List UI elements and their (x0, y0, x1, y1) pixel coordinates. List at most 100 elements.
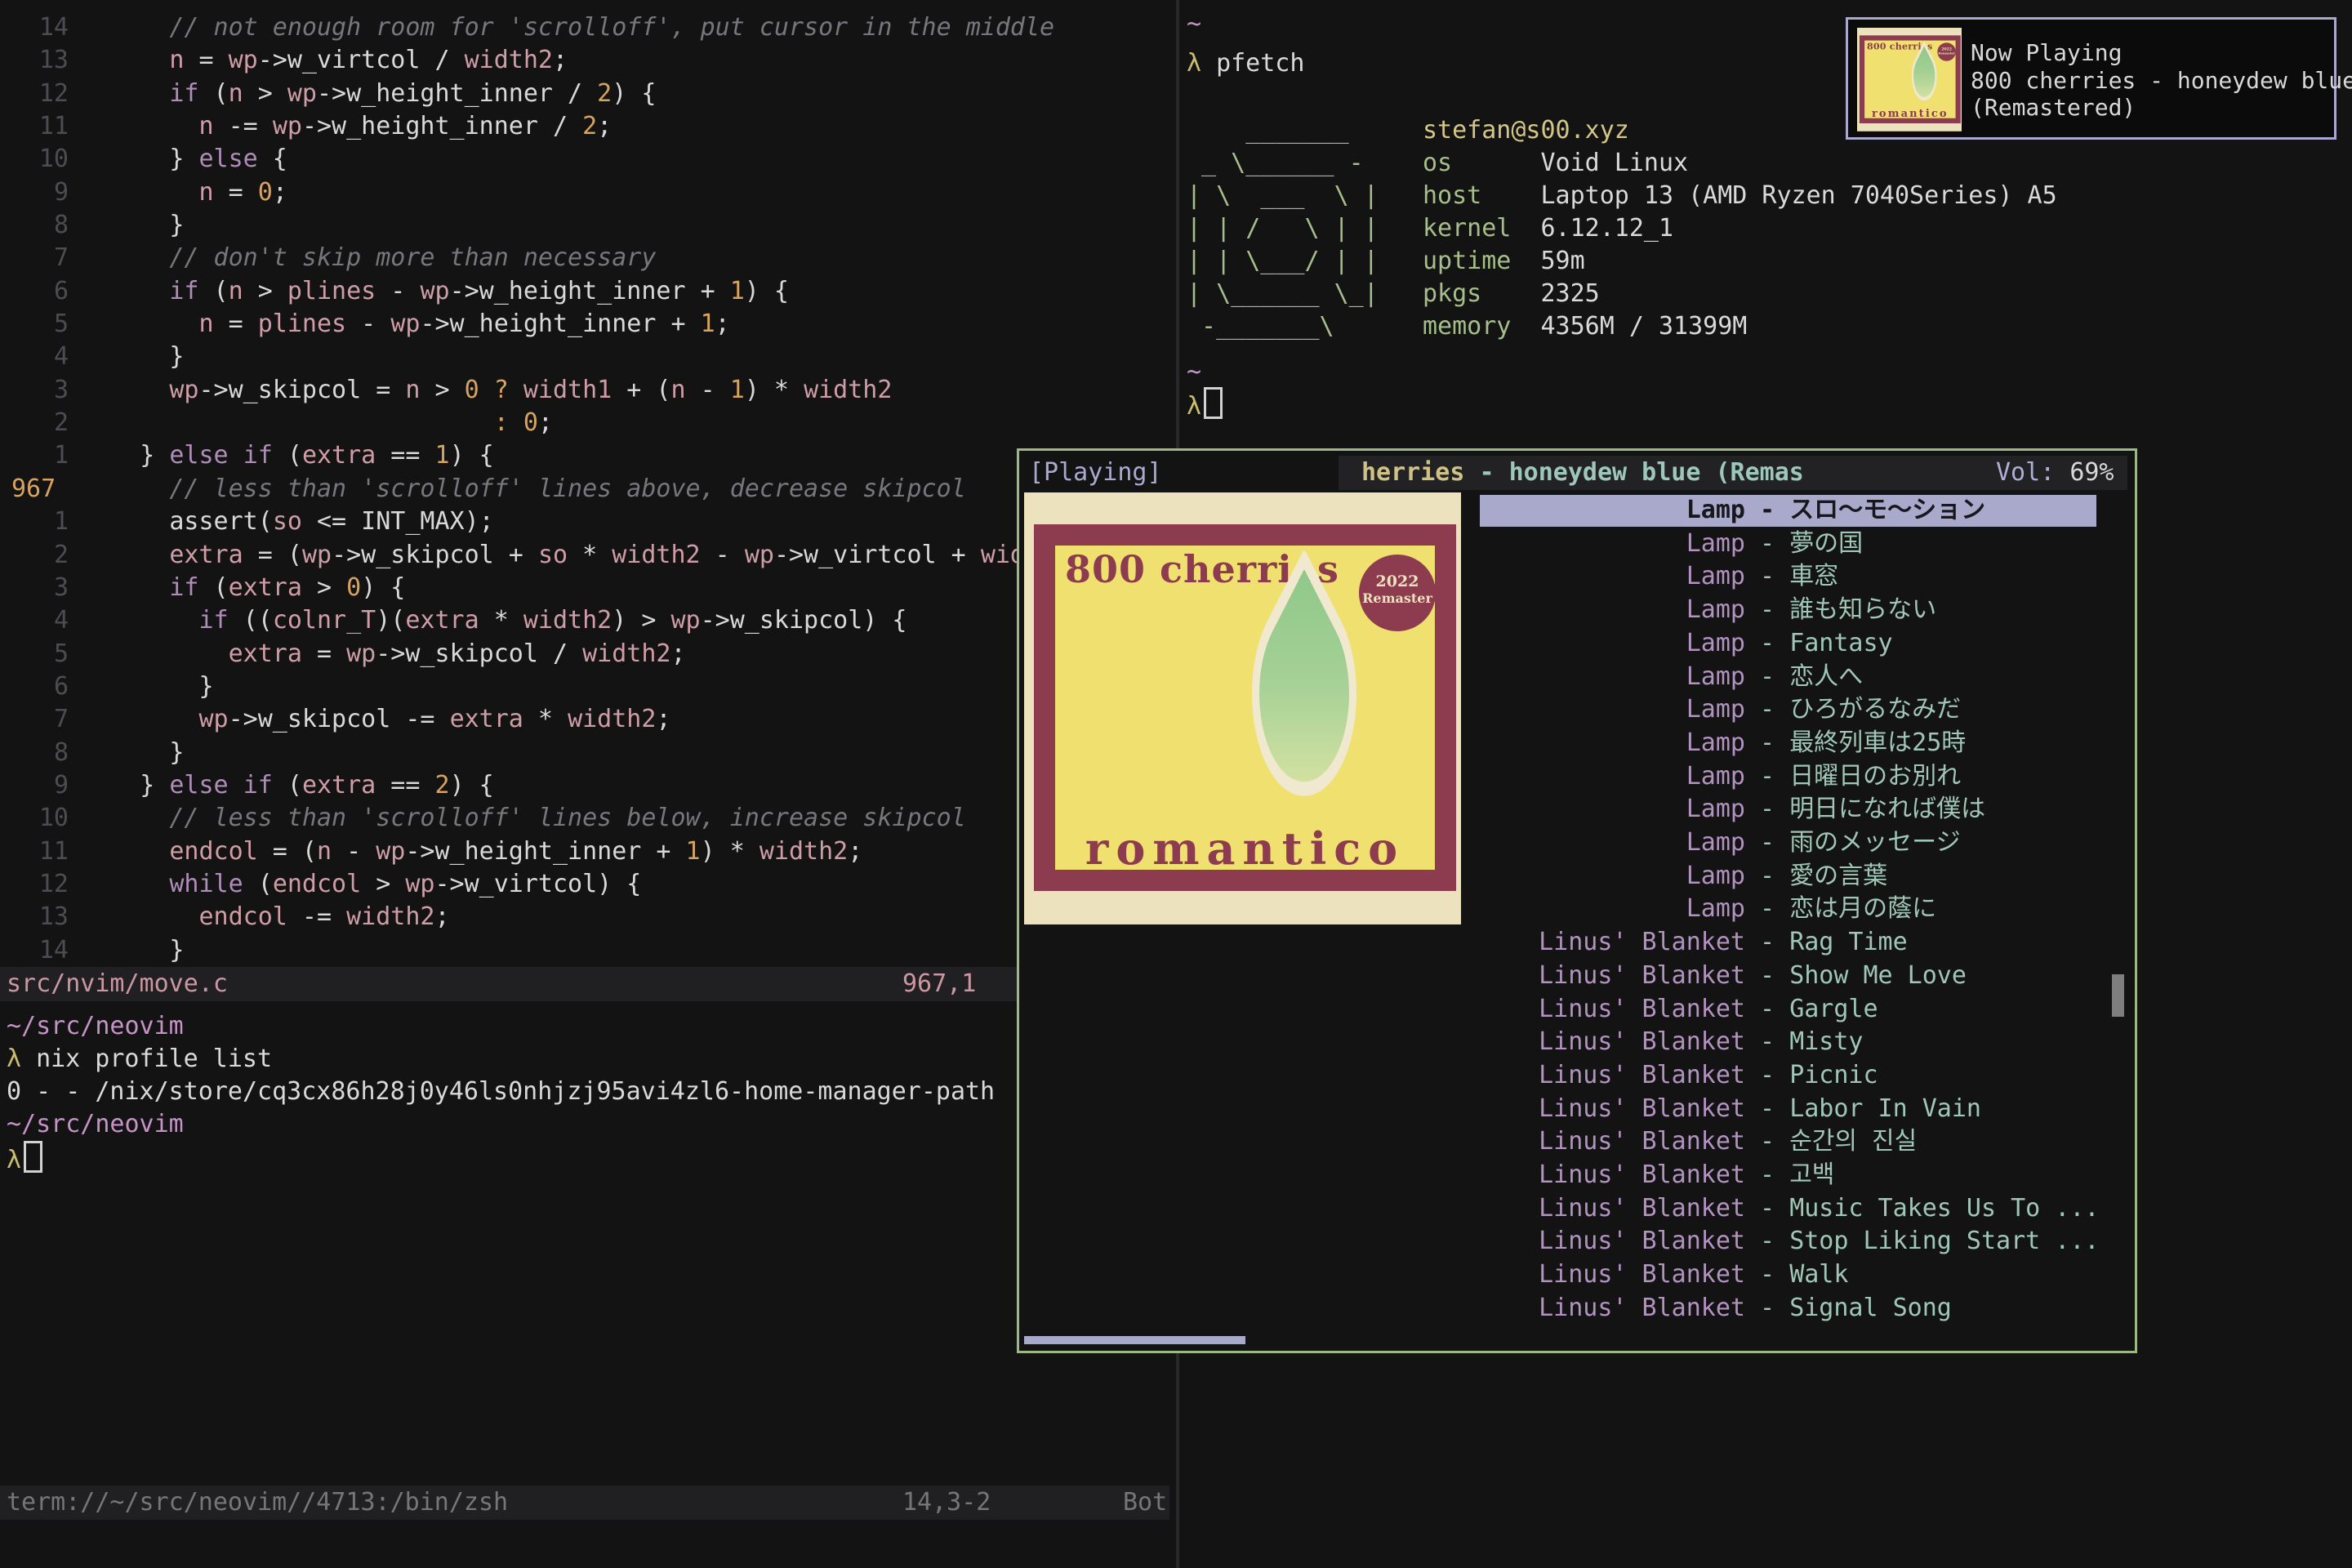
line-number: 12 (0, 78, 69, 110)
code-line: 1 assert(so <= INT_MAX); (0, 506, 1176, 538)
code-line: 1 } else if (extra == 1) { (0, 439, 1176, 472)
queue-item[interactable]: Lamp - 車窓 (1022, 560, 2137, 594)
queue-item[interactable]: Linus' Blanket - Music Takes Us To ... (1022, 1192, 2137, 1226)
line-number: 10 (0, 143, 69, 176)
code-line: 11 n -= wp->w_height_inner / 2; (0, 110, 1176, 143)
line-number: 6 (0, 670, 69, 703)
line-number: 12 (0, 868, 69, 901)
desktop: 14 // not enough room for 'scrolloff', p… (0, 0, 2352, 1568)
line-number: 11 (0, 110, 69, 143)
statusline-term-filename: term://~/src/neovim//4713:/bin/zsh (7, 1486, 508, 1520)
code-buffer: 14 // not enough room for 'scrolloff', p… (0, 11, 1176, 967)
code-line: 6 } (0, 670, 1176, 703)
queue-scrollbar[interactable] (2112, 974, 2124, 1017)
line-number: 14 (0, 11, 69, 44)
code-line: 3 wp->w_skipcol = n > 0 ? width1 + (n - … (0, 374, 1176, 407)
code-line: 12 if (n > wp->w_height_inner / 2) { (0, 78, 1176, 110)
notification-body-line1: 800 cherries - honeydew blue (1971, 67, 2352, 94)
code-line: 2 extra = (wp->w_skipcol + so * width2 -… (0, 539, 1176, 572)
shell-command: pfetch (1216, 49, 1304, 78)
terminal-statusline: term://~/src/neovim//4713:/bin/zsh 14,3-… (0, 1486, 1169, 1520)
line-number: 967 (0, 473, 69, 506)
terminal-line: 0 - - /nix/store/cq3cx86h28j0y46ls0nhjzj… (7, 1076, 995, 1108)
code-line: 8 } (0, 209, 1176, 242)
line-number: 9 (0, 769, 69, 802)
queue-item[interactable]: Linus' Blanket - 순간의 진실 (1022, 1125, 2137, 1159)
notification-album-thumbnail: 800 cherries 2022 Remaster romantico (1857, 28, 1962, 131)
code-line: 13 n = wp->w_virtcol / width2; (0, 44, 1176, 77)
neovim-pane[interactable]: 14 // not enough room for 'scrolloff', p… (0, 0, 1176, 1568)
line-number: 10 (0, 802, 69, 835)
volume-indicator: Vol: 69% (1996, 456, 2114, 490)
editor-statusline: src/nvim/move.c 967,1 (0, 967, 1169, 1001)
code-line: 9 } else if (extra == 2) { (0, 769, 1176, 802)
queue-item[interactable]: Lamp - 夢の国 (1022, 528, 2137, 561)
line-number: 1 (0, 506, 69, 538)
queue-item[interactable]: Linus' Blanket - Rag Time (1022, 926, 2137, 960)
code-line: 5 extra = wp->w_skipcol / width2; (0, 638, 1176, 670)
line-number: 3 (0, 374, 69, 407)
notification-body-line2: (Remastered) (1971, 94, 2136, 121)
queue-item[interactable]: Lamp - スロ〜モ〜ション (1022, 494, 2137, 528)
terminal-line: λ (7, 1141, 42, 1174)
queue-item[interactable]: Lamp - 雨のメッセージ (1022, 826, 2137, 860)
queue-item[interactable]: Lamp - ひろがるなみだ (1022, 693, 2137, 727)
code-line: 7 // don't skip more than necessary (0, 242, 1176, 274)
code-line: 10 } else { (0, 143, 1176, 176)
terminal-cursor (24, 1141, 42, 1173)
line-number: 2 (0, 407, 69, 439)
line-number: 11 (0, 835, 69, 868)
terminal-line: λnix profile list (7, 1043, 272, 1076)
line-number: 5 (0, 638, 69, 670)
progress-bar[interactable] (1024, 1336, 1245, 1344)
terminal-cursor (1204, 387, 1223, 419)
queue-item[interactable]: Linus' Blanket - Labor In Vain (1022, 1093, 2137, 1126)
queue-item[interactable]: Linus' Blanket - Picnic (1022, 1059, 2137, 1093)
queue-item[interactable]: Lamp - Fantasy (1022, 627, 2137, 661)
queue-item[interactable]: Linus' Blanket - Signal Song (1022, 1292, 2137, 1325)
queue-item[interactable]: Linus' Blanket - Stop Liking Start ... (1022, 1225, 2137, 1258)
code-line: 4 if ((colnr_T)(extra * width2) > wp->w_… (0, 604, 1176, 637)
line-number: 8 (0, 737, 69, 769)
line-number: 13 (0, 901, 69, 933)
code-line: 12 while (endcol > wp->w_virtcol) { (0, 868, 1176, 901)
statusline-position: 967,1 (902, 967, 976, 1001)
queue-item[interactable]: Lamp - 最終列車は25時 (1022, 727, 2137, 760)
statusline-term-position: 14,3-2 (902, 1486, 991, 1520)
line-number: 6 (0, 275, 69, 308)
now-playing-notification[interactable]: 800 cherries 2022 Remaster romantico Now… (1846, 17, 2336, 140)
line-number: 2 (0, 539, 69, 572)
code-line: 6 if (n > plines - wp->w_height_inner + … (0, 275, 1176, 308)
line-number: 1 (0, 439, 69, 472)
queue-item[interactable]: Linus' Blanket - Show Me Love (1022, 960, 2137, 993)
code-line: 14 // not enough room for 'scrolloff', p… (0, 11, 1176, 44)
queue-item[interactable]: Lamp - 誰も知らない (1022, 594, 2137, 627)
player-titlebar: [Playing] herries - honeydew blue (Remas… (1019, 456, 2135, 490)
line-number: 13 (0, 44, 69, 77)
queue-item[interactable]: Linus' Blanket - Gargle (1022, 993, 2137, 1027)
code-line: 7 wp->w_skipcol -= extra * width2; (0, 703, 1176, 736)
pfetch-output: _______ stefan@s00.xyz _ \______ - os Vo… (1187, 114, 2057, 343)
line-number: 9 (0, 176, 69, 209)
code-line: 2 : 0; (0, 407, 1176, 439)
statusline-filename: src/nvim/move.c (7, 967, 228, 1001)
queue-item[interactable]: Lamp - 恋人へ (1022, 661, 2137, 694)
queue-item[interactable]: Linus' Blanket - Misty (1022, 1026, 2137, 1059)
line-number: 7 (0, 703, 69, 736)
code-line: 3 if (extra > 0) { (0, 572, 1176, 604)
code-line: 14 } (0, 934, 1176, 967)
shell-path: ~ (1187, 8, 1201, 41)
queue-item[interactable]: Lamp - 明日になれば僕は (1022, 793, 2137, 826)
prompt-lambda-icon: λ (1187, 392, 1201, 421)
player-scrolling-title: herries - honeydew blue (Remas (1361, 456, 1804, 490)
queue-item[interactable]: Linus' Blanket - Walk (1022, 1258, 2137, 1292)
line-number: 14 (0, 934, 69, 967)
queue-item[interactable]: Lamp - 日曜日のお別れ (1022, 760, 2137, 794)
queue-item[interactable]: Lamp - 恋は月の蔭に (1022, 893, 2137, 926)
music-player-window[interactable]: [Playing] herries - honeydew blue (Remas… (1017, 448, 2137, 1353)
queue-item[interactable]: Lamp - 愛の言葉 (1022, 860, 2137, 893)
queue-item[interactable]: Linus' Blanket - 고백 (1022, 1159, 2137, 1192)
notification-text: Now Playing800 cherries - honeydew blue(… (1971, 39, 2352, 122)
shell-prompt: λ (1187, 387, 1223, 420)
code-line: 5 n = plines - wp->w_height_inner + 1; (0, 308, 1176, 341)
